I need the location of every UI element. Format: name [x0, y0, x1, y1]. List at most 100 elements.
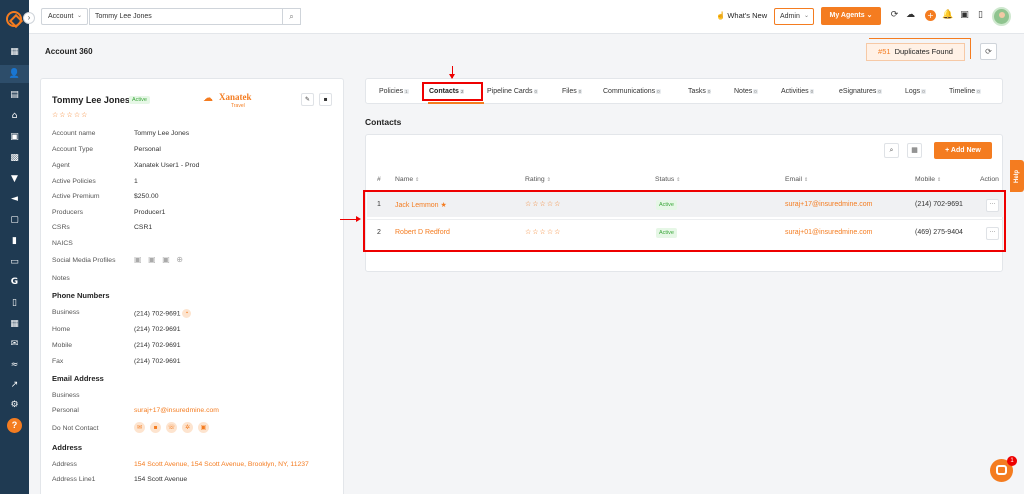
field-label: CSRs	[52, 224, 70, 231]
help-side-tab[interactable]: Help	[1010, 160, 1024, 192]
tab-communications[interactable]: Communications 0	[603, 88, 661, 95]
tab-esignatures[interactable]: eSignatures 0	[839, 88, 882, 95]
column-header-rating[interactable]: Rating ⇕	[525, 176, 551, 183]
pipeline-funnel-icon[interactable]: ▼	[9, 174, 20, 184]
address-link[interactable]: 154 Scott Avenue, 154 Scott Avenue, Broo…	[134, 461, 309, 468]
handshake-icon[interactable]: ≈	[9, 360, 20, 370]
column-header-label: Rating	[525, 176, 545, 183]
annotation-rows-highlight-box	[363, 190, 1006, 252]
tab-tasks[interactable]: Tasks 0	[688, 88, 712, 95]
field-value: CSR1	[134, 224, 153, 231]
tab-pipeline-cards[interactable]: Pipeline Cards 0	[487, 88, 539, 95]
policies-icon[interactable]: ▤	[9, 90, 20, 100]
mail-icon[interactable]: ✉	[9, 339, 20, 349]
phone-value[interactable]: (214) 702-9691	[134, 342, 180, 349]
tab-label: Pipeline Cards	[487, 88, 533, 95]
tab-files[interactable]: Files 0	[562, 88, 583, 95]
tab-notes[interactable]: Notes 0	[734, 88, 758, 95]
search-scope-select[interactable]: Account ⌄	[41, 8, 88, 25]
calendar-icon[interactable]: ▦	[9, 319, 20, 329]
my-agents-button[interactable]: My Agents ⌄	[821, 7, 881, 25]
sync-icon[interactable]: ⟳	[889, 10, 900, 21]
app-logo[interactable]	[6, 11, 22, 27]
grid-view-icon[interactable]: ▦	[907, 143, 922, 158]
tab-count: 0	[533, 88, 539, 94]
field-label: Notes	[52, 275, 70, 282]
tab-logs[interactable]: Logs 0	[905, 88, 926, 95]
whats-new-link[interactable]: ☝ What's New	[716, 11, 767, 20]
phone-number[interactable]: (214) 702-9691	[134, 310, 180, 317]
annotation-highlight-box	[422, 82, 483, 101]
field-label: Active Policies	[52, 178, 96, 185]
duplicates-found-button[interactable]: #51 Duplicates Found	[866, 43, 965, 61]
dnc-email-icon[interactable]: ✉	[134, 422, 145, 433]
address-label: Address Line1	[52, 476, 96, 483]
sms-chat-icon[interactable]: ▪	[182, 309, 192, 318]
campaign-megaphone-icon[interactable]: ◄	[9, 194, 20, 204]
column-header-email[interactable]: Email ⇕	[785, 176, 808, 183]
tab-count: 0	[706, 88, 712, 94]
dnc-gear-icon[interactable]: ✲	[182, 422, 193, 433]
tab-policies[interactable]: Policies 1	[379, 88, 409, 95]
rating-stars[interactable]: ☆☆☆☆☆	[52, 111, 88, 119]
dashboard-icon[interactable]: ▦	[9, 47, 20, 57]
cloud-icon[interactable]: ☁	[905, 10, 916, 21]
column-header-label: Status	[655, 176, 675, 183]
top-bar: Account ⌄ ⌕ ☝What's New Admin ⌄ My Agent…	[29, 0, 1024, 34]
refresh-icon[interactable]: ⟳	[980, 43, 997, 60]
role-select[interactable]: Admin ⌄	[774, 8, 814, 25]
mobile-icon[interactable]: ▯	[975, 10, 986, 21]
column-header-name[interactable]: Name ⇕	[395, 176, 419, 183]
agency-logo-name: Xanatek	[219, 92, 252, 102]
chevron-down-icon: ⌄	[803, 13, 809, 19]
field-value: $250.00	[134, 193, 159, 200]
tab-timeline[interactable]: Timeline 0	[949, 88, 981, 95]
notification-bell-icon[interactable]: 🔔	[942, 10, 953, 21]
field-label: NAICS	[52, 240, 73, 247]
role-select-value: Admin	[780, 13, 800, 20]
chip-icon[interactable]: ▣	[959, 10, 970, 21]
briefcase-icon[interactable]: ▣	[9, 132, 20, 142]
global-search-input[interactable]	[89, 8, 283, 25]
tab-count: 0	[976, 88, 981, 94]
edit-pencil-icon[interactable]: ✎	[301, 93, 314, 106]
field-label: Active Premium	[52, 193, 100, 200]
column-header-status[interactable]: Status ⇕	[655, 176, 680, 183]
document-icon[interactable]: ▢	[9, 215, 20, 225]
phone-value[interactable]: (214) 702-9691	[134, 358, 180, 365]
page-title: Account 360	[45, 47, 93, 56]
chat-unread-badge: 1	[1007, 456, 1017, 466]
files-icon[interactable]: ▯	[9, 298, 20, 308]
carriers-icon[interactable]: ⌂	[9, 111, 20, 121]
delete-trash-icon[interactable]: ▪	[319, 93, 332, 106]
live-chat-button[interactable]: 1	[990, 456, 1017, 482]
sidebar-toggle-chevron-icon[interactable]: ›	[23, 12, 35, 24]
column-header-mobile[interactable]: Mobile ⇕	[915, 176, 941, 183]
email-address-heading: Email Address	[52, 374, 104, 383]
add-new-contact-button[interactable]: + Add New	[934, 142, 992, 159]
analytics-icon[interactable]: ↗	[9, 380, 20, 390]
google-icon[interactable]: G	[9, 277, 20, 287]
help-circle-icon[interactable]: ?	[7, 418, 22, 433]
field-label: Agent	[52, 162, 70, 169]
phone-value[interactable]: (214) 702-9691	[134, 326, 180, 333]
tab-count: 0	[577, 88, 583, 94]
add-circle-icon[interactable]: +	[925, 10, 936, 21]
reports-bar-icon[interactable]: ▮	[9, 236, 20, 246]
accounts-icon[interactable]: 👤	[0, 65, 29, 83]
tab-activities[interactable]: Activities 0	[781, 88, 815, 95]
search-icon[interactable]: ⌕	[283, 8, 301, 25]
social-media-icons[interactable]: ▣ ▣ ▣ ⊕	[134, 255, 185, 264]
dnc-phone-icon[interactable]: ☏	[166, 422, 177, 433]
sort-icon: ⇕	[546, 177, 551, 183]
user-avatar[interactable]	[992, 7, 1011, 26]
settings-gear-icon[interactable]: ⚙	[9, 400, 20, 410]
dnc-chat-icon[interactable]: ▪	[150, 422, 161, 433]
dnc-mail-icon[interactable]: ▣	[198, 422, 209, 433]
contacts-card-icon[interactable]: ▩	[9, 153, 20, 163]
folder-icon[interactable]: ▭	[9, 257, 20, 267]
email-link[interactable]: suraj+17@insuredmine.com	[134, 407, 219, 414]
search-icon[interactable]: ⌕	[884, 143, 899, 158]
email-label: Personal	[52, 407, 79, 414]
duplicates-count: #51	[878, 47, 891, 56]
